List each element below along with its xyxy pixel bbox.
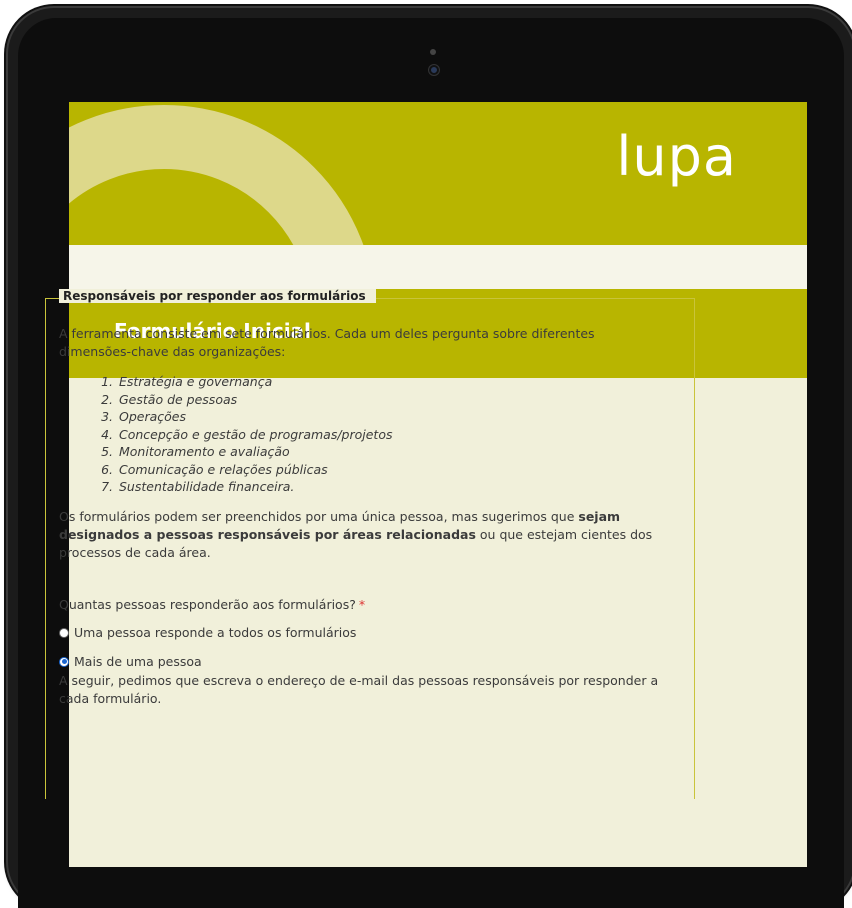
list-item: Gestão de pessoas [117,391,659,409]
dimensions-list: Estratégia e governança Gestão de pessoa… [59,373,659,496]
question-text: Quantas pessoas responderão aos formulár… [59,596,356,612]
list-item: Operações [117,408,659,426]
radio-button-multiple[interactable] [59,656,69,667]
radio-label[interactable]: Uma pessoa responde a todos os formulári… [74,624,356,642]
question-label: Quantas pessoas responderão aos formulár… [59,596,659,614]
list-item: Monitoramento e avaliação [117,443,659,461]
radio-option-single[interactable]: Uma pessoa responde a todos os formulári… [59,623,659,643]
header-banner: lupa [69,102,807,245]
header-strip [69,245,807,289]
required-marker: * [358,596,366,612]
radio-label[interactable]: Mais de uma pessoa [74,653,202,671]
section-content: A ferramenta consiste em sete formulário… [59,325,659,708]
list-item: Concepção e gestão de programas/projetos [117,426,659,444]
radio-option-multiple[interactable]: Mais de uma pessoa [59,652,659,672]
lupa-logo: lupa [616,125,737,188]
intro-text: A ferramenta consiste em sete formulário… [59,326,595,359]
recommendation-start: Os formulários podem ser preenchidos por… [59,508,579,524]
list-item: Sustentabilidade financeira. [117,478,659,496]
followup-text: A seguir, pedimos que escreva o endereço… [59,672,659,706]
list-item: Estratégia e governança [117,373,659,391]
radio-button-single[interactable] [59,627,69,638]
recommendation-text: Os formulários podem ser preenchidos por… [59,508,659,562]
list-item: Comunicação e relações públicas [117,461,659,479]
sensor-icon [430,49,436,55]
camera-icon [429,65,439,75]
section-legend: Responsáveis por responder aos formulári… [59,289,376,303]
